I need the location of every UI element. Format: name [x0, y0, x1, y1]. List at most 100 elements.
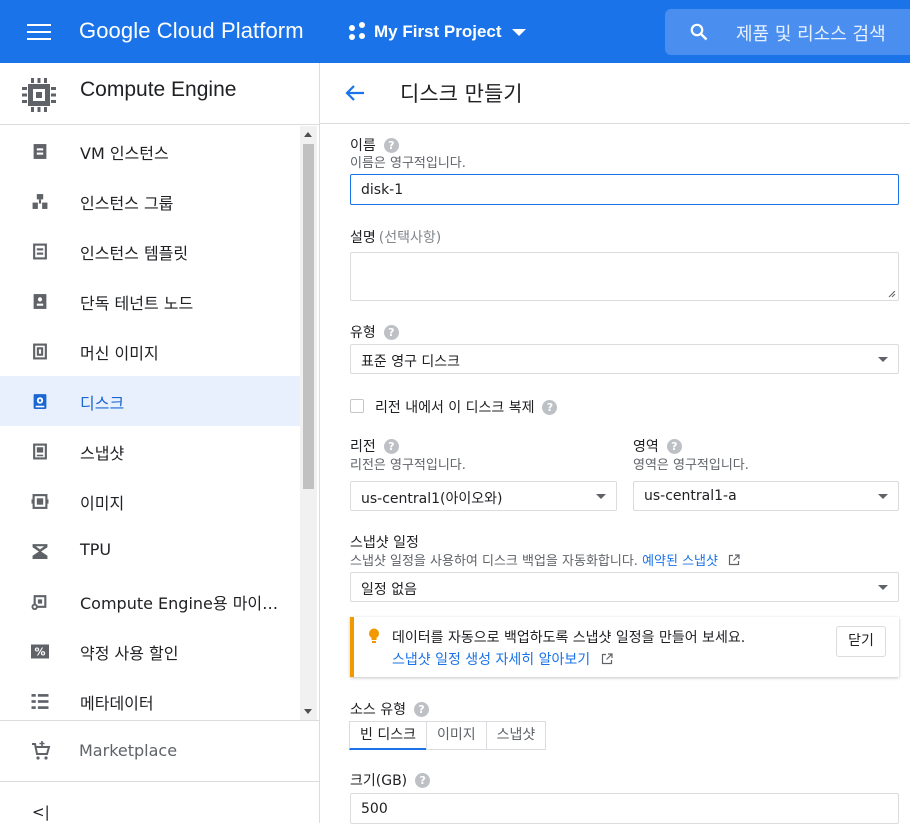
zone-select[interactable]: us-central1-a — [633, 481, 899, 511]
source-type-blank-disk[interactable]: 빈 디스크 — [349, 721, 427, 750]
sidebar-item-images[interactable]: 이미지 — [0, 476, 300, 526]
optional-tag: (선택사항) — [378, 230, 442, 246]
sidebar-scrollbar[interactable] — [300, 126, 317, 720]
help-icon[interactable]: ? — [383, 438, 399, 454]
source-type-snapshot[interactable]: 스냅샷 — [485, 721, 547, 750]
source-type-toggle: 빈 디스크 이미지 스냅샷 — [349, 721, 547, 750]
snapshot-icon — [33, 443, 47, 460]
help-icon[interactable]: ? — [542, 399, 558, 415]
sidebar-nav: VM 인스턴스 인스턴스 그룹 인스턴스 템플릿 단독 테넌트 노드 머신 이미… — [0, 126, 300, 720]
help-icon[interactable]: ? — [413, 701, 429, 717]
search-input[interactable]: 제품 및 리소스 검색 — [736, 20, 886, 46]
source-type-label: 소스 유형? — [350, 699, 429, 719]
description-label: 설명 (선택사항) — [350, 227, 441, 247]
svg-text:%: % — [34, 646, 45, 659]
callout-link[interactable]: 스냅샷 일정 생성 자세히 알아보기 — [392, 649, 613, 669]
marketplace-label: Marketplace — [79, 741, 178, 760]
sidebar-item-snapshots[interactable]: 스냅샷 — [0, 426, 300, 476]
sidebar-item-label: 이미지 — [80, 494, 125, 513]
snapshot-schedule-label: 스냅샷 일정 — [350, 532, 419, 552]
help-icon[interactable]: ? — [666, 438, 682, 454]
scrollbar-thumb[interactable] — [303, 144, 314, 489]
sidebar-item-migrate[interactable]: Compute Engine용 마이… — [0, 576, 300, 626]
type-label-text: 유형 — [350, 325, 376, 341]
menu-icon[interactable] — [27, 24, 51, 42]
sidebar-item-vm-instances[interactable]: VM 인스턴스 — [0, 126, 300, 176]
back-arrow-icon[interactable] — [344, 82, 366, 104]
collapse-sidebar-button[interactable]: <| — [32, 803, 50, 821]
sidebar-item-disks[interactable]: 디스크 — [0, 376, 300, 426]
type-select-value: 표준 영구 디스크 — [361, 354, 461, 370]
replicate-label-text: 리전 내에서 이 디스크 복제 — [375, 400, 535, 416]
dropdown-arrow-icon — [878, 585, 888, 590]
sidebar-item-label: TPU — [80, 540, 112, 559]
zone-label: 영역? — [633, 436, 682, 456]
sidebar: Compute Engine VM 인스턴스 인스턴스 그룹 인스턴스 템플릿 … — [0, 63, 320, 823]
snapshot-schedule-label-text: 스냅샷 일정 — [350, 535, 419, 551]
help-icon[interactable]: ? — [383, 324, 399, 340]
help-icon[interactable]: ? — [415, 772, 431, 788]
region-label-text: 리전 — [350, 439, 376, 455]
snapshot-schedule-hint-text: 스냅샷 일정을 사용하여 디스크 백업을 자동화합니다. — [350, 554, 638, 569]
type-label: 유형? — [350, 322, 399, 342]
cart-icon — [32, 741, 51, 760]
snapshot-schedule-select[interactable]: 일정 없음 — [350, 572, 899, 602]
sidebar-item-tpu[interactable]: TPU — [0, 526, 300, 576]
sidebar-item-instance-groups[interactable]: 인스턴스 그룹 — [0, 176, 300, 226]
dismiss-button[interactable]: 닫기 — [836, 626, 886, 657]
sidebar-item-machine-images[interactable]: 머신 이미지 — [0, 326, 300, 376]
sidebar-item-sole-tenant-nodes[interactable]: 단독 테넌트 노드 — [0, 276, 300, 326]
project-name: My First Project — [374, 22, 502, 41]
external-link-icon — [601, 653, 613, 665]
sidebar-item-label: 머신 이미지 — [80, 344, 159, 363]
sidebar-item-marketplace[interactable]: Marketplace — [0, 720, 320, 782]
sidebar-item-committed-use-discounts[interactable]: % 약정 사용 할인 — [0, 626, 300, 676]
sole-tenant-icon — [33, 294, 47, 309]
lightbulb-icon — [369, 628, 379, 643]
page-title: 디스크 만들기 — [400, 82, 523, 106]
scroll-down-arrow-icon[interactable] — [304, 709, 312, 714]
help-icon[interactable]: ? — [383, 137, 399, 153]
sidebar-item-metadata[interactable]: 메타데이터 — [0, 676, 300, 720]
search-icon — [690, 23, 708, 41]
sidebar-item-label: 메타데이터 — [80, 694, 154, 713]
machine-image-icon — [33, 343, 47, 360]
sidebar-item-label: Compute Engine용 마이… — [80, 594, 279, 613]
replicate-checkbox[interactable] — [350, 399, 364, 413]
sidebar-item-instance-templates[interactable]: 인스턴스 템플릿 — [0, 226, 300, 276]
name-input[interactable]: disk-1 — [350, 174, 899, 205]
project-selector[interactable]: My First Project — [347, 22, 526, 42]
page-header: 디스크 만들기 — [320, 63, 910, 124]
size-input[interactable]: 500 — [350, 793, 899, 824]
dropdown-arrow-icon — [878, 494, 888, 499]
project-hexagon-icon — [347, 22, 367, 42]
product-name[interactable]: Google Cloud Platform — [79, 18, 304, 44]
region-select[interactable]: us-central1(아이오와) — [350, 481, 617, 511]
sidebar-item-label: 스냅샷 — [80, 444, 125, 463]
size-label: 크기(GB)? — [350, 770, 431, 790]
description-textarea[interactable] — [350, 252, 899, 301]
zone-select-value: us-central1-a — [644, 488, 737, 504]
learn-more-link[interactable]: 스냅샷 일정 생성 자세히 알아보기 — [392, 652, 590, 668]
scheduled-snapshots-link[interactable]: 예약된 스냅샷 — [642, 554, 718, 569]
replicate-label: 리전 내에서 이 디스크 복제? — [375, 397, 558, 417]
type-select[interactable]: 표준 영구 디스크 — [350, 344, 899, 374]
disk-icon — [33, 394, 47, 409]
dropdown-arrow-icon — [878, 357, 888, 362]
snapshot-schedule-select-value: 일정 없음 — [361, 582, 417, 598]
name-hint: 이름은 영구적입니다. — [350, 156, 466, 171]
sidebar-title: Compute Engine — [80, 78, 237, 101]
sidebar-header: Compute Engine — [0, 63, 319, 125]
scroll-up-arrow-icon[interactable] — [304, 132, 312, 137]
snapshot-tip-callout: 데이터를 자동으로 백업하도록 스냅샷 일정을 만들어 보세요. 스냅샷 일정 … — [350, 617, 899, 677]
compute-engine-icon — [22, 78, 56, 112]
search-bar[interactable]: 제품 및 리소스 검색 — [665, 9, 910, 55]
description-label-text: 설명 — [350, 230, 376, 246]
percent-icon: % — [31, 644, 49, 659]
size-label-text: 크기(GB) — [350, 773, 408, 789]
sidebar-item-label: 약정 사용 할인 — [80, 644, 179, 663]
resize-grip-icon[interactable] — [888, 290, 896, 298]
metadata-icon — [31, 694, 49, 709]
source-type-image[interactable]: 이미지 — [425, 721, 487, 750]
image-icon — [31, 494, 49, 509]
